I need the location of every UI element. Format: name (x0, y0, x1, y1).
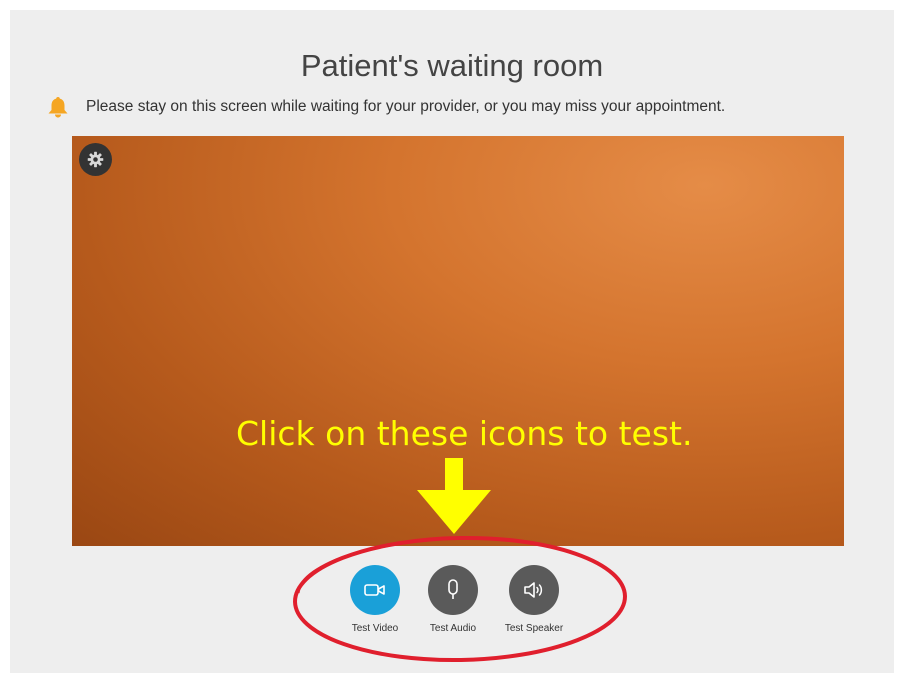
notice-text: Please stay on this screen while waiting… (86, 98, 726, 115)
test-speaker-control: Test Speaker (494, 565, 574, 634)
test-video-button[interactable] (350, 565, 400, 615)
callout-text: Click on these icons to test. (236, 414, 693, 453)
microphone-icon (448, 579, 458, 599)
gear-icon (87, 151, 104, 168)
waiting-notice: Please stay on this screen while waiting… (46, 94, 725, 120)
page-title: Patient's waiting room (300, 48, 604, 83)
test-audio-control: Test Audio (413, 565, 493, 634)
test-video-label: Test Video (351, 623, 399, 634)
settings-button[interactable] (79, 143, 112, 176)
speaker-icon (524, 582, 543, 598)
test-speaker-button[interactable] (509, 565, 559, 615)
test-video-control: Test Video (335, 565, 415, 634)
bell-icon (48, 97, 68, 118)
test-audio-button[interactable] (428, 565, 478, 615)
video-camera-icon (364, 584, 385, 596)
test-speaker-label: Test Speaker (504, 623, 564, 634)
arrow-down-icon (417, 458, 491, 534)
test-audio-label: Test Audio (429, 623, 477, 634)
device-test-controls: Test Video Test Audio Test Speaker (318, 565, 590, 637)
